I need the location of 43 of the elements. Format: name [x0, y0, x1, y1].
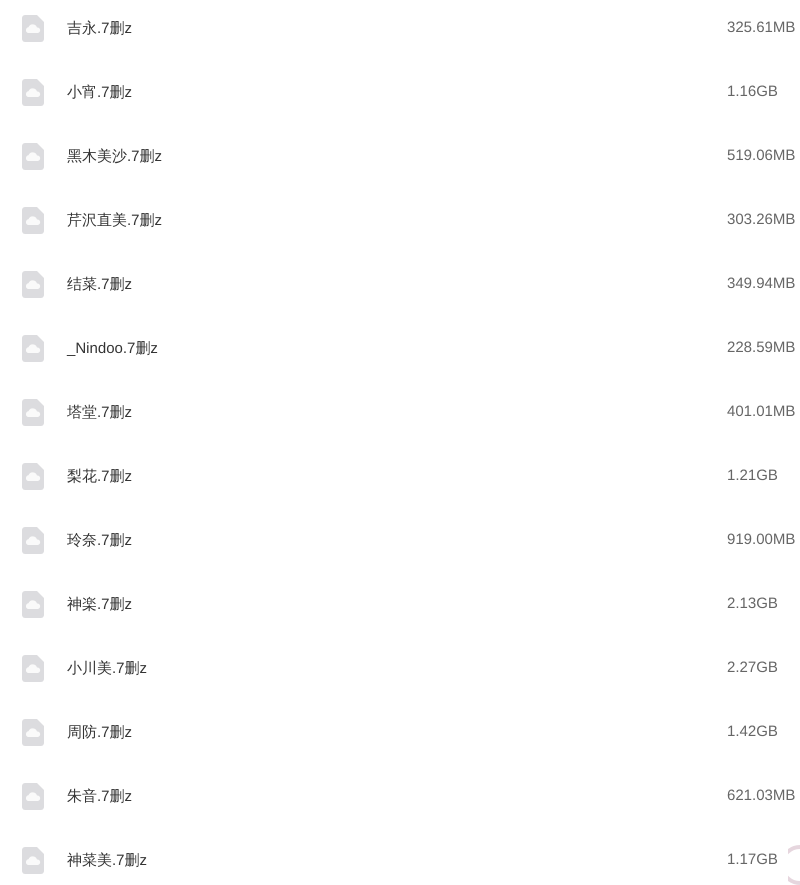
cloud-file-icon: [22, 718, 44, 746]
file-name[interactable]: 小宵.7删z: [67, 82, 132, 102]
cloud-file-icon: [22, 398, 44, 426]
cloud-file-icon: [22, 334, 44, 362]
cloud-file-icon: [22, 654, 44, 682]
cloud-file-icon: [22, 846, 44, 874]
file-name[interactable]: 周防.7删z: [67, 722, 132, 742]
file-name[interactable]: 芹沢直美.7删z: [67, 210, 162, 230]
file-name[interactable]: 玲奈.7删z: [67, 530, 132, 550]
file-size: 303.26MB: [727, 211, 796, 228]
cloud-file-icon: [22, 14, 44, 42]
file-size: 621.03MB: [727, 787, 796, 804]
file-size: 1.21GB: [727, 467, 778, 484]
file-size: 919.00MB: [727, 531, 796, 548]
file-size: 1.16GB: [727, 83, 778, 100]
file-size: 228.59MB: [727, 339, 796, 356]
cloud-file-icon: [22, 78, 44, 106]
cloud-file-icon: [22, 782, 44, 810]
file-name[interactable]: 梨花.7删z: [67, 466, 132, 486]
file-size: 519.06MB: [727, 147, 796, 164]
cloud-file-icon: [22, 526, 44, 554]
file-size: 1.42GB: [727, 723, 778, 740]
file-size: 325.61MB: [727, 19, 796, 36]
file-name[interactable]: 小川美.7删z: [67, 658, 148, 678]
cloud-file-icon: [22, 142, 44, 170]
file-name[interactable]: 朱音.7删z: [67, 786, 132, 806]
file-size: 401.01MB: [727, 403, 796, 420]
file-size: 1.17GB: [727, 851, 778, 868]
floating-ring-icon: [788, 845, 800, 885]
file-size: 2.27GB: [727, 659, 778, 676]
file-name[interactable]: 神楽.7删z: [67, 594, 132, 614]
file-name[interactable]: 塔堂.7删z: [67, 402, 132, 422]
cloud-file-icon: [22, 462, 44, 490]
file-name[interactable]: 神菜美.7删z: [67, 850, 148, 870]
file-size: 349.94MB: [727, 275, 796, 292]
cloud-file-icon: [22, 590, 44, 618]
file-name[interactable]: _Nindoo.7删z: [67, 338, 158, 358]
file-name[interactable]: 结菜.7删z: [67, 274, 132, 294]
file-name[interactable]: 吉永.7删z: [67, 18, 132, 38]
cloud-file-icon: [22, 206, 44, 234]
file-size: 2.13GB: [727, 595, 778, 612]
file-name[interactable]: 黑木美沙.7删z: [67, 146, 162, 166]
cloud-file-icon: [22, 270, 44, 298]
